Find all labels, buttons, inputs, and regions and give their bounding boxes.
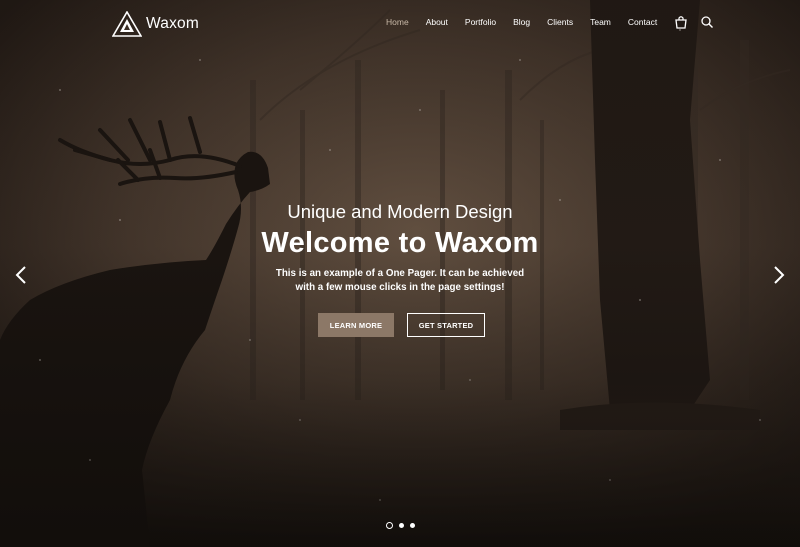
nav-item-contact[interactable]: Contact	[628, 15, 657, 29]
brand-name: Waxom	[146, 15, 199, 32]
slider-pagination	[386, 522, 421, 529]
chevron-left-icon[interactable]	[14, 265, 28, 285]
nav-item-about[interactable]: About	[426, 15, 448, 29]
search-icon[interactable]	[700, 15, 714, 29]
shopping-bag-icon[interactable]	[674, 15, 688, 29]
nav-item-portfolio[interactable]: Portfolio	[465, 15, 496, 29]
hero-subtitle: Unique and Modern Design	[287, 201, 513, 222]
main-nav: Home About Portfolio Blog Clients Team C…	[386, 15, 726, 29]
nav-item-home[interactable]: Home	[386, 15, 409, 29]
nav-item-clients[interactable]: Clients	[547, 15, 573, 29]
learn-more-button[interactable]: LEARN MORE	[318, 313, 394, 337]
hero-description-line: with a few mouse clicks in the page sett…	[295, 282, 505, 293]
hero-description: This is an example of a One Pager. It ca…	[0, 267, 800, 295]
slider-dot-1[interactable]	[386, 522, 393, 529]
slider-dot-3[interactable]	[410, 523, 415, 528]
brand-logo[interactable]: Waxom	[112, 11, 199, 37]
chevron-right-icon[interactable]	[772, 265, 786, 285]
slider-dot-2[interactable]	[399, 523, 404, 528]
site-header: Waxom Home About Portfolio Blog Clients …	[0, 0, 800, 46]
nav-item-blog[interactable]: Blog	[513, 15, 530, 29]
hero-description-line: This is an example of a One Pager. It ca…	[275, 268, 525, 279]
hero-title: Welcome to Waxom	[261, 227, 539, 259]
triangle-logo-icon	[112, 11, 142, 37]
hero-content: Unique and Modern Design Welcome to Waxo…	[0, 200, 800, 337]
get-started-button[interactable]: GET STARTED	[407, 313, 485, 337]
nav-item-team[interactable]: Team	[590, 15, 611, 29]
